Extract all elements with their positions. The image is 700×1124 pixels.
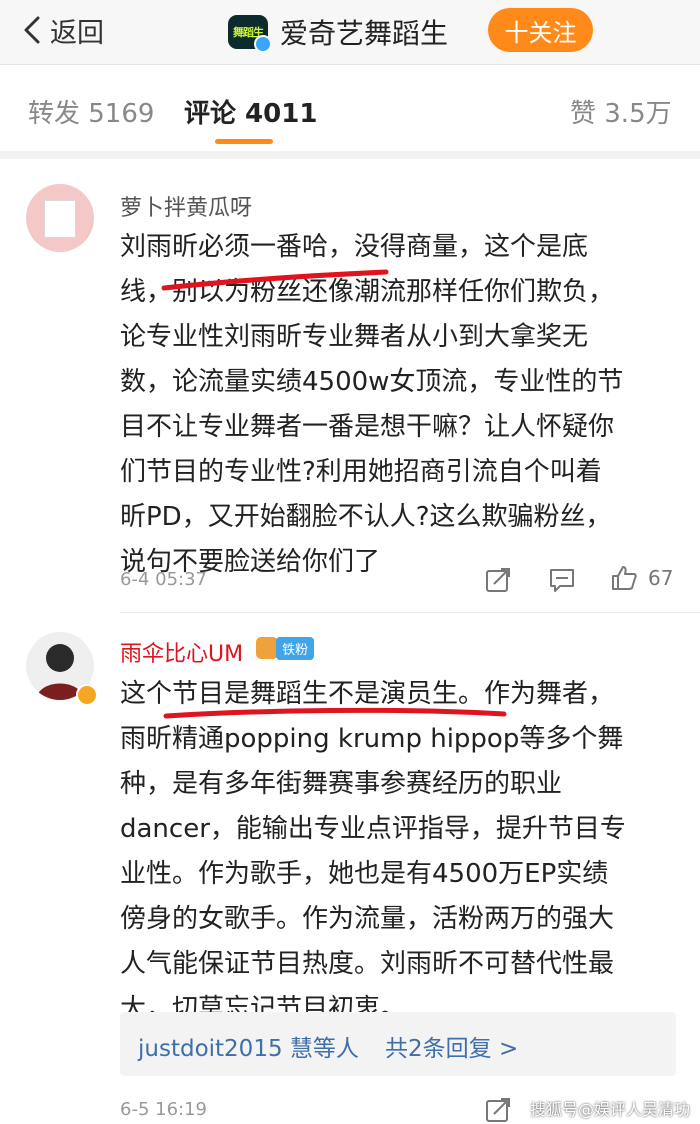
active-tab-indicator [215, 139, 273, 144]
replies-users: justdoit2015 慧等人 [138, 1036, 359, 1062]
comment-time: 6-4 05:37 [120, 569, 207, 590]
replies-count-link[interactable]: 共2条回复 > [385, 1029, 518, 1063]
share-icon [486, 568, 510, 592]
like-button[interactable]: 67 [610, 564, 673, 592]
fan-badge-label: 铁粉 [276, 636, 315, 660]
tab-comment[interactable]: 评论 4011 [184, 93, 317, 130]
interaction-tabs: 转发 5169 评论 4011 赞 3.5万 [0, 65, 700, 159]
follow-button[interactable]: 十关注 [488, 8, 593, 52]
divider [120, 612, 700, 613]
comment-line: 目不让专业舞者一番是想干嘛？让人怀疑你 [120, 412, 615, 442]
replies-preview[interactable]: justdoit2015 慧等人 共2条回复 > [120, 1012, 676, 1076]
account-title[interactable]: 舞蹈生 爱奇艺舞蹈生 [228, 12, 449, 53]
watermark: 搜狐号@娱评人吴清功 [530, 1100, 691, 1119]
crown-icon [256, 637, 279, 659]
fan-badge: 铁粉 [256, 636, 315, 660]
comment-username[interactable]: 萝卜拌黄瓜呀 [120, 190, 252, 222]
comment-button[interactable] [548, 566, 576, 594]
top-nav-bar: 返回 舞蹈生 爱奇艺舞蹈生 十关注 [0, 0, 700, 65]
comment-line: dancer，能输出专业点评指导，提升节目专 [120, 814, 626, 844]
back-label: 返回 [50, 17, 104, 49]
comment-line: 数，论流量实绩4500w女顶流，专业性的节 [120, 367, 624, 397]
avatar[interactable] [26, 184, 94, 252]
red-underline-mark [163, 707, 507, 719]
like-count: 67 [648, 566, 674, 590]
repost-button[interactable] [484, 566, 512, 594]
comment-line: 人气能保证节目热度。刘雨昕不可替代性最 [120, 949, 615, 979]
comment-line: 们节目的专业性?利用她招商引流自个叫着 [120, 457, 602, 487]
verified-icon [76, 684, 98, 706]
chevron-left-icon [24, 16, 40, 44]
comment-username-row: 雨伞比心UM 铁粉 [120, 636, 315, 668]
tab-like[interactable]: 赞 3.5万 [570, 93, 672, 130]
comment-line: 论专业性刘雨昕专业舞者从小到大拿奖无 [120, 322, 589, 352]
thumbs-up-icon [612, 566, 637, 590]
tab-repost[interactable]: 转发 5169 [28, 93, 154, 130]
comment-line: 业性。作为歌手，她也是有4500万EP实绩 [120, 859, 609, 889]
comment-line: 昕PD，又开始翻脸不认人?这么欺骗粉丝， [120, 502, 612, 532]
verified-icon [254, 35, 272, 53]
account-logo: 舞蹈生 [228, 15, 272, 53]
comment-time: 6-5 16:19 [120, 1099, 207, 1120]
comment-line: 种，是有多年街舞赛事参赛经历的职业 [120, 769, 563, 799]
back-button[interactable]: 返回 [20, 10, 104, 50]
comment-username[interactable]: 雨伞比心UM [120, 642, 243, 667]
share-icon [486, 1098, 510, 1122]
red-underline-mark [161, 269, 389, 291]
avatar-card-icon [44, 200, 76, 238]
comment-icon [550, 569, 574, 592]
comment-line: 傍身的女歌手。作为流量，活粉两万的强大 [120, 904, 615, 934]
account-name: 爱奇艺舞蹈生 [280, 17, 449, 50]
repost-button[interactable] [484, 1096, 512, 1124]
